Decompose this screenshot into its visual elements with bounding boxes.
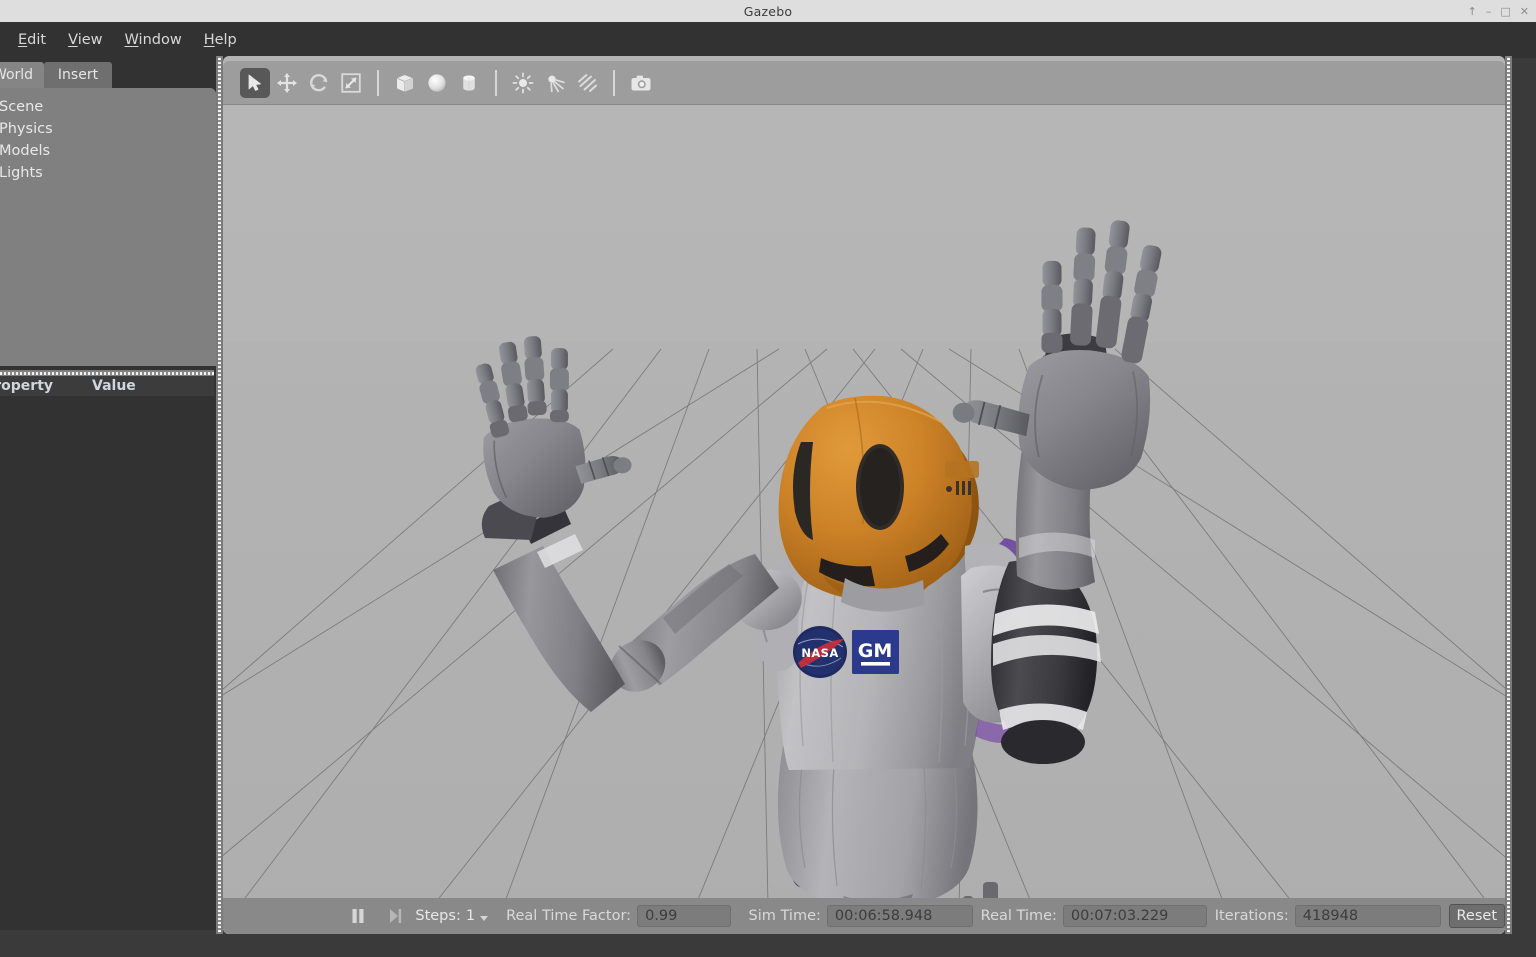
rollup-button[interactable]: ↑ — [1468, 6, 1477, 17]
tree-item-physics[interactable]: Physics — [0, 118, 216, 140]
insert-cylinder-button[interactable] — [454, 68, 484, 98]
window-controls: ↑ – □ ✕ — [1468, 0, 1529, 22]
nasa-logo-badge: NASA — [793, 626, 847, 678]
tree-item-models-label: Models — [0, 143, 51, 159]
pause-icon — [352, 909, 364, 923]
steps-label: Steps: — [415, 908, 461, 924]
tab-world[interactable]: World — [0, 62, 44, 88]
rotate-icon — [310, 73, 328, 91]
real-time-factor-value: 0.99 — [637, 905, 731, 927]
simulation-status-bar: Steps: 1 Real Time Factor: 0.99 Sim Time… — [223, 898, 1505, 934]
tree-item-lights-label: Lights — [0, 165, 43, 181]
sim-time-value: 00:06:58.948 — [826, 905, 973, 927]
world-tree: Scene Physics Models Lights — [0, 88, 216, 366]
menu-edit-accel: E — [18, 32, 28, 48]
translate-mode-button[interactable] — [272, 68, 302, 98]
menu-edit[interactable]: Edit — [10, 28, 54, 52]
step-forward-icon — [389, 909, 401, 923]
tree-item-scene[interactable]: Scene — [0, 96, 216, 118]
3d-viewport[interactable]: NASA GM — [223, 106, 1505, 934]
right-vertical-splitter[interactable] — [1505, 56, 1512, 934]
scale-mode-button[interactable] — [336, 68, 366, 98]
insert-directional-light-button[interactable] — [572, 68, 602, 98]
select-mode-button[interactable] — [240, 67, 270, 98]
render-toolbar — [223, 61, 1505, 105]
sphere-icon — [428, 73, 446, 92]
camera-icon — [631, 75, 651, 90]
tab-world-label: World — [0, 67, 34, 83]
sim-time-label: Sim Time: — [748, 908, 821, 924]
real-time-value: 00:07:03.229 — [1062, 905, 1207, 927]
tree-item-scene-label: Scene — [0, 99, 44, 115]
left-panel: World Insert Scene Physics Models Lights… — [0, 58, 216, 930]
steps-value[interactable]: 1 — [466, 908, 475, 924]
value-column-header: Value — [92, 378, 136, 394]
menu-bar: Edit View Window Help — [0, 22, 1536, 58]
window-bottom-filler — [0, 934, 1536, 957]
menu-edit-label: dit — [27, 32, 47, 48]
gazebo-window: Gazebo ↑ – □ ✕ Edit View Window Help Wor… — [0, 0, 1536, 957]
minimize-button[interactable]: – — [1486, 6, 1492, 17]
toolbar-separator-2 — [495, 69, 497, 96]
iterations-label: Iterations: — [1214, 908, 1289, 924]
toolbar-separator-1 — [377, 69, 379, 96]
insert-box-button[interactable] — [390, 68, 420, 98]
menu-help-label: elp — [214, 32, 237, 48]
tree-item-physics-label: Physics — [0, 121, 53, 137]
scale-diagonal-icon — [341, 72, 361, 93]
left-panel-tabstrip: World Insert — [0, 58, 216, 88]
robot-lower-torso — [777, 746, 978, 908]
box-icon — [396, 74, 414, 92]
move-arrows-icon — [277, 72, 297, 93]
reset-button[interactable]: Reset — [1448, 904, 1505, 928]
insert-sphere-button[interactable] — [422, 68, 452, 98]
menu-help[interactable]: Help — [196, 28, 245, 52]
arrow-cursor-icon — [248, 74, 261, 91]
menu-window-accel: W — [124, 32, 139, 48]
spot-light-icon — [548, 75, 565, 92]
svg-text:NASA: NASA — [801, 646, 838, 660]
scene-render: NASA GM — [223, 106, 1505, 934]
menu-help-accel: H — [203, 32, 215, 48]
menu-window[interactable]: Window — [117, 28, 190, 52]
tree-item-models[interactable]: Models — [0, 140, 216, 162]
iterations-value: 418948 — [1294, 905, 1441, 927]
title-bar: Gazebo ↑ – □ ✕ — [0, 0, 1536, 22]
insert-spot-light-button[interactable] — [540, 68, 570, 98]
tab-insert[interactable]: Insert — [44, 62, 112, 88]
point-light-icon — [512, 72, 534, 93]
tree-item-lights[interactable]: Lights — [0, 162, 216, 184]
close-button[interactable]: ✕ — [1520, 6, 1529, 17]
real-time-label: Real Time: — [980, 908, 1057, 924]
toolbar-separator-3 — [613, 69, 615, 96]
svg-text:GM: GM — [858, 640, 893, 662]
menu-view-label: iew — [77, 32, 103, 48]
steps-dropdown-arrow[interactable] — [480, 916, 489, 921]
insert-point-light-button[interactable] — [508, 68, 538, 98]
cylinder-icon — [463, 74, 475, 91]
property-table-body — [0, 396, 216, 930]
real-time-factor-label: Real Time Factor: — [506, 908, 632, 924]
pause-button[interactable] — [345, 903, 370, 929]
main-render-area: NASA GM Steps: 1 Real Time Factor: 0.99 … — [223, 56, 1505, 934]
rotate-mode-button[interactable] — [304, 68, 334, 98]
step-forward-button[interactable] — [382, 903, 407, 929]
directional-light-icon — [578, 73, 597, 92]
window-title: Gazebo — [743, 3, 793, 19]
tab-insert-label: Insert — [57, 67, 99, 83]
maximize-button[interactable]: □ — [1500, 6, 1510, 17]
left-vertical-splitter[interactable] — [216, 56, 223, 934]
menu-window-label: indow — [138, 32, 182, 48]
screenshot-button[interactable] — [626, 68, 656, 98]
gm-logo-badge: GM — [852, 630, 899, 674]
menu-view-accel: V — [68, 32, 78, 48]
property-column-header: Property — [0, 378, 54, 394]
property-table-header: Property Value — [0, 376, 214, 396]
menu-view[interactable]: View — [60, 28, 110, 52]
